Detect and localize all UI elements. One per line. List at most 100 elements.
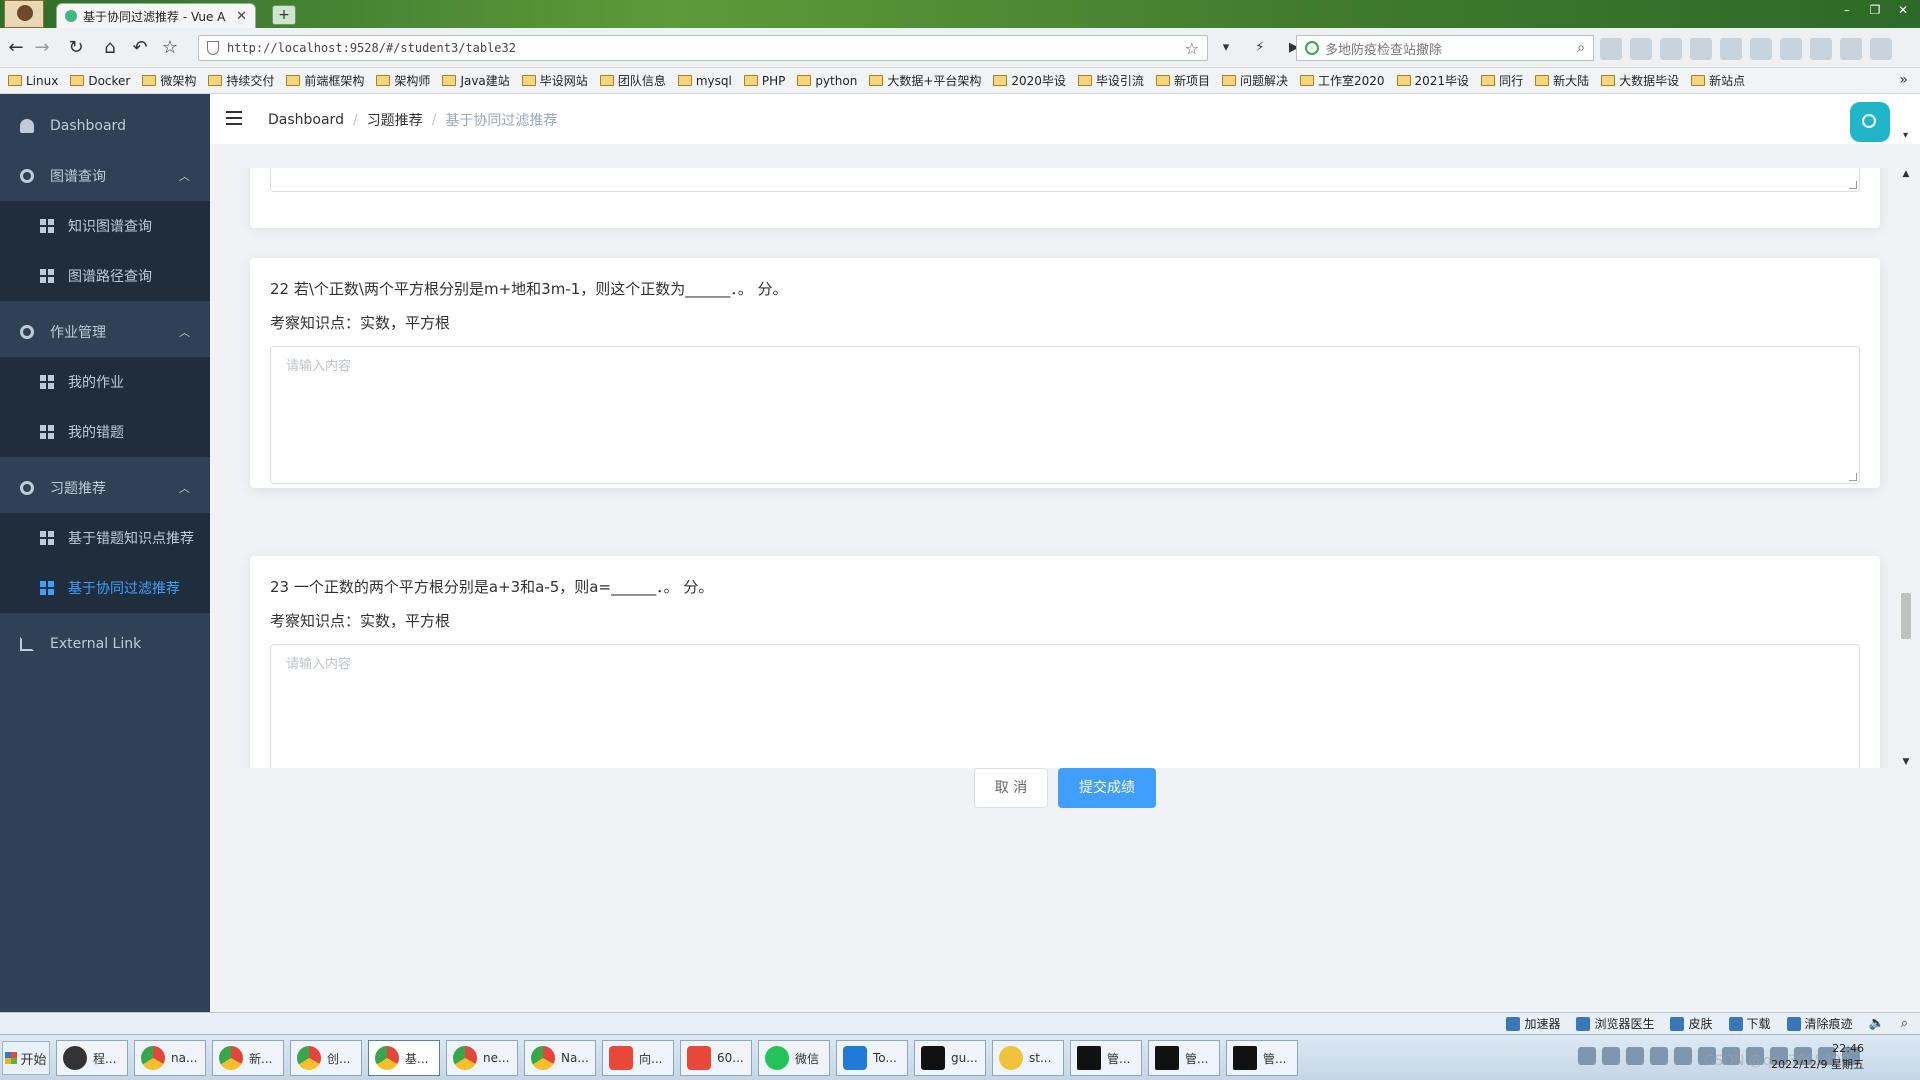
- back-icon[interactable]: ←: [4, 36, 28, 60]
- taskbar-app[interactable]: To...: [836, 1040, 908, 1076]
- clear-traces-tool[interactable]: 清除痕迹: [1786, 1015, 1853, 1032]
- cancel-button[interactable]: 取 消: [974, 768, 1048, 808]
- adblock-icon[interactable]: [1810, 38, 1832, 60]
- scrollbar-thumb[interactable]: [1901, 593, 1911, 639]
- bookmark-folder[interactable]: 新站点: [1691, 72, 1745, 89]
- bookmark-folder[interactable]: 新项目: [1155, 72, 1210, 89]
- extension-icon[interactable]: [1600, 38, 1622, 60]
- resize-handle-icon[interactable]: [1849, 473, 1857, 481]
- new-tab-button[interactable]: +: [272, 5, 296, 25]
- hamburger-menu-icon[interactable]: [226, 111, 242, 125]
- bookmark-folder[interactable]: 同行: [1481, 72, 1523, 89]
- taskbar-app[interactable]: 管...: [1226, 1040, 1298, 1076]
- zoom-icon[interactable]: ⌕: [1901, 1016, 1908, 1031]
- start-button[interactable]: 开始: [2, 1041, 50, 1075]
- tray-icon[interactable]: [1626, 1047, 1644, 1065]
- sidebar-item-collaborative-filter-recommend[interactable]: 基于协同过滤推荐: [0, 563, 210, 613]
- bookmark-folder[interactable]: python: [797, 74, 857, 88]
- minimize-icon[interactable]: –: [1836, 2, 1858, 18]
- avatar[interactable]: [1850, 102, 1890, 142]
- sidebar-item-exercise-recommend[interactable]: 习题推荐 ︿: [0, 463, 210, 513]
- tray-icon[interactable]: [1602, 1047, 1620, 1065]
- search-icon[interactable]: ⌕: [1577, 40, 1585, 56]
- menu-icon[interactable]: [1870, 38, 1892, 60]
- bookmark-folder[interactable]: 团队信息: [599, 72, 666, 89]
- bookmark-folder[interactable]: 毕设引流: [1077, 72, 1144, 89]
- sidebar-item-mistake-knowledge-recommend[interactable]: 基于错题知识点推荐: [0, 513, 210, 563]
- answer-textarea[interactable]: 请输入内容: [270, 644, 1860, 768]
- browser-app-icon[interactable]: [4, 0, 44, 28]
- bookmark-star-icon[interactable]: ☆: [1185, 39, 1199, 58]
- tray-icon[interactable]: [1650, 1047, 1668, 1065]
- vertical-scrollbar[interactable]: ▲ ▼: [1900, 168, 1912, 768]
- bookmarks-more-icon[interactable]: »: [1899, 72, 1908, 88]
- bookmark-folder[interactable]: 2021毕设: [1396, 72, 1469, 89]
- extension-icon[interactable]: [1720, 38, 1742, 60]
- taskbar-app[interactable]: 60...: [680, 1040, 752, 1076]
- bookmark-folder[interactable]: mysql: [677, 74, 732, 88]
- bookmark-folder[interactable]: Linux: [8, 74, 58, 88]
- answer-textarea[interactable]: 请输入内容: [270, 346, 1860, 484]
- download-tool[interactable]: 下载: [1728, 1015, 1771, 1032]
- tray-icon[interactable]: [1578, 1047, 1596, 1065]
- bookmark-folder[interactable]: Docker: [70, 74, 130, 88]
- taskbar-app[interactable]: gu...: [914, 1040, 986, 1076]
- breadcrumb-exercise-recommend[interactable]: 习题推荐: [367, 110, 423, 130]
- lightning-icon[interactable]: ⚡: [1248, 36, 1272, 60]
- scissors-icon[interactable]: [1840, 38, 1862, 60]
- forward-icon[interactable]: →: [30, 36, 54, 60]
- bookmark-folder[interactable]: 架构师: [376, 72, 430, 89]
- taskbar-app[interactable]: 微信: [758, 1040, 830, 1076]
- extension-icon[interactable]: [1780, 38, 1802, 60]
- taskbar-app[interactable]: 管...: [1070, 1040, 1142, 1076]
- bookmark-folder[interactable]: 新大陆: [1535, 72, 1589, 89]
- volume-icon[interactable]: 🔈: [1869, 1016, 1885, 1031]
- taskbar-app[interactable]: 创...: [290, 1040, 362, 1076]
- code-icon[interactable]: [1630, 38, 1652, 60]
- skin-tool[interactable]: 皮肤: [1670, 1015, 1713, 1032]
- browser-doctor-tool[interactable]: 浏览器医生: [1576, 1015, 1654, 1032]
- bookmark-folder[interactable]: 2020毕设: [993, 72, 1066, 89]
- bookmark-folder[interactable]: 毕设网站: [521, 72, 588, 89]
- search-input[interactable]: 多地防疫检查站撤除: [1325, 39, 1571, 58]
- taskbar-app[interactable]: 向...: [602, 1040, 674, 1076]
- extension-icon[interactable]: [1660, 38, 1682, 60]
- bookmark-folder[interactable]: 问题解决: [1221, 72, 1288, 89]
- camera-icon[interactable]: [1750, 38, 1772, 60]
- resize-handle-icon[interactable]: [1849, 181, 1857, 189]
- favorite-star-icon[interactable]: ☆: [158, 36, 182, 60]
- taskbar-app[interactable]: 新...: [212, 1040, 284, 1076]
- taskbar-app-active[interactable]: 基...: [368, 1040, 440, 1076]
- restore-icon[interactable]: ❐: [1864, 2, 1886, 18]
- submit-score-button[interactable]: 提交成绩: [1058, 768, 1156, 808]
- bookmark-folder[interactable]: PHP: [743, 74, 785, 88]
- system-clock[interactable]: 22:46 2022/12/9 星期五: [1771, 1041, 1864, 1073]
- taskbar-app[interactable]: na...: [134, 1040, 206, 1076]
- extension-icon[interactable]: [1690, 38, 1712, 60]
- answer-textarea-previous[interactable]: [270, 168, 1860, 192]
- address-bar[interactable]: http://localhost:9528/#/student3/table32…: [198, 35, 1208, 61]
- close-tab-icon[interactable]: ✕: [236, 9, 247, 24]
- caret-down-icon[interactable]: ▾: [1903, 130, 1908, 141]
- browser-tab-active[interactable]: 基于协同过滤推荐 - Vue A ✕: [56, 3, 256, 28]
- taskbar-app[interactable]: 管...: [1148, 1040, 1220, 1076]
- scroll-down-icon[interactable]: ▼: [1900, 756, 1912, 768]
- sidebar-item-dashboard[interactable]: Dashboard: [0, 101, 210, 151]
- accelerator-tool[interactable]: 加速器: [1506, 1015, 1560, 1032]
- bookmark-folder[interactable]: 前端框架构: [286, 72, 364, 89]
- bookmark-folder[interactable]: Java建站: [442, 72, 510, 89]
- sidebar-item-my-mistakes[interactable]: 我的错题: [0, 407, 210, 457]
- taskbar-app[interactable]: st...: [992, 1040, 1064, 1076]
- dropdown-icon[interactable]: ▾: [1214, 36, 1238, 60]
- bookmark-folder[interactable]: 大数据毕设: [1601, 72, 1679, 89]
- bookmark-folder[interactable]: 工作室2020: [1299, 72, 1385, 89]
- breadcrumb-dashboard[interactable]: Dashboard: [268, 112, 344, 128]
- bookmark-folder[interactable]: 持续交付: [208, 72, 274, 89]
- sidebar-item-graph-query[interactable]: 图谱查询 ︿: [0, 151, 210, 201]
- scroll-up-icon[interactable]: ▲: [1900, 168, 1912, 180]
- taskbar-app[interactable]: ne...: [446, 1040, 518, 1076]
- bookmark-folder[interactable]: 微架构: [142, 72, 196, 89]
- reload-icon[interactable]: ↻: [64, 36, 88, 60]
- search-bar[interactable]: 多地防疫检查站撤除 ⌕: [1296, 35, 1594, 61]
- close-window-icon[interactable]: ✕: [1892, 2, 1914, 18]
